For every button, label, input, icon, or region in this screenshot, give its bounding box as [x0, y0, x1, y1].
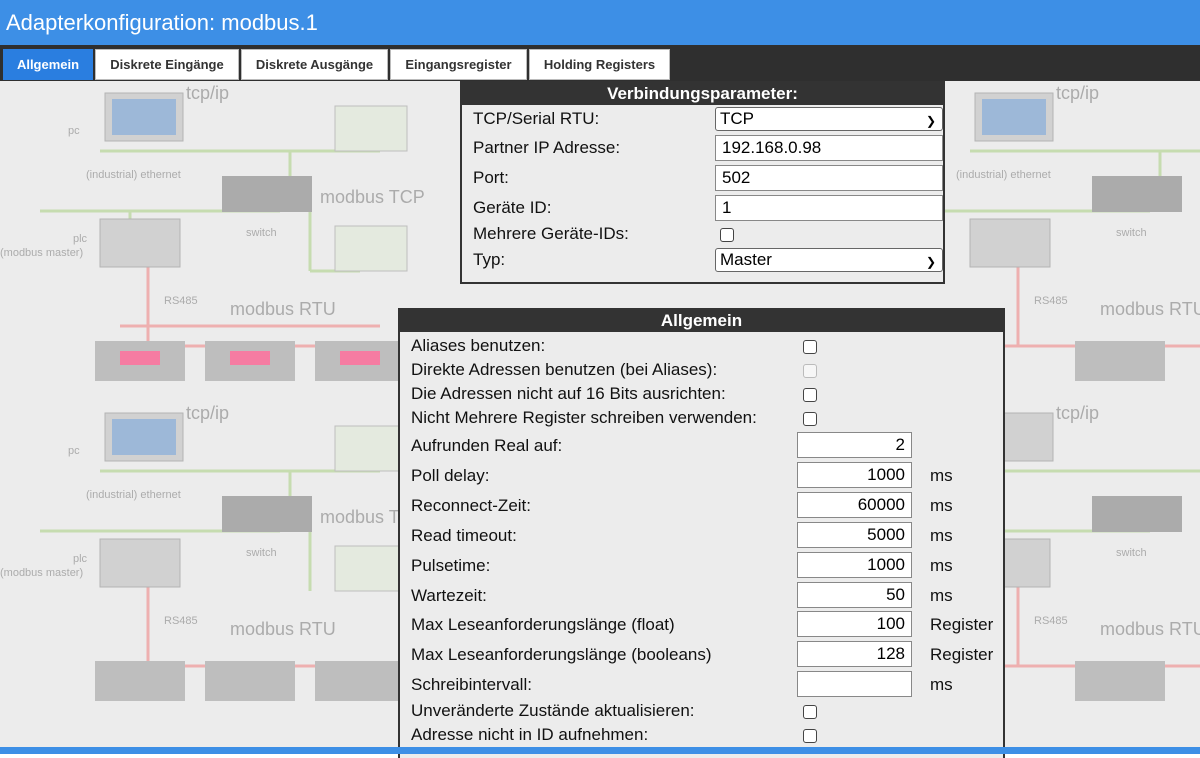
pc-label: pc: [68, 125, 80, 137]
no-multi-write-label: Nicht Mehrere Register schreiben verwend…: [411, 408, 757, 427]
type-label: Typ:: [473, 250, 506, 269]
page-title: Adapterkonfiguration: modbus.1: [6, 10, 318, 35]
poll-delay-unit: ms: [930, 466, 953, 485]
switch-label: switch: [1116, 227, 1147, 239]
tab-diskrete-ausgaenge[interactable]: Diskrete Ausgänge: [241, 49, 388, 80]
update-unchanged-label: Unveränderte Zustände aktualisieren:: [411, 701, 695, 720]
type-value: Master: [720, 250, 772, 269]
max-read-bool-unit: Register: [930, 645, 994, 664]
read-timeout-unit: ms: [930, 526, 953, 545]
use-aliases-label: Aliases benutzen:: [411, 336, 546, 355]
chevron-down-icon: ❯: [925, 114, 936, 128]
poll-delay-label: Poll delay:: [411, 466, 490, 485]
ethernet-label: (industrial) ethernet: [86, 489, 181, 501]
general-panel-header: Allgemein: [400, 310, 1003, 332]
port-input[interactable]: 502: [715, 165, 943, 191]
no-16bit-align-checkbox[interactable]: [803, 388, 817, 402]
tcpip-label: tcp/ip: [186, 403, 230, 423]
read-timeout-input[interactable]: 5000: [797, 522, 912, 548]
pc-label: pc: [68, 445, 80, 457]
connection-panel: Verbindungsparameter: TCP/Serial RTU: TC…: [460, 81, 945, 284]
reconnect-unit: ms: [930, 496, 953, 515]
write-interval-input[interactable]: [797, 671, 912, 697]
use-aliases-checkbox[interactable]: [803, 340, 817, 354]
bottom-accent-bar: [0, 747, 1200, 754]
modbus-master-label: (modbus master): [0, 247, 84, 259]
rs485-label: RS485: [164, 295, 198, 307]
rs485-label: RS485: [1034, 615, 1068, 627]
transport-label: TCP/Serial RTU:: [473, 109, 600, 128]
tab-bar: Allgemein Diskrete Eingänge Diskrete Aus…: [0, 45, 1200, 81]
partner-ip-input[interactable]: 192.168.0.98: [715, 135, 943, 161]
partner-ip-label: Partner IP Adresse:: [473, 138, 621, 157]
direct-addresses-label: Direkte Adressen benutzen (bei Aliases):: [411, 360, 718, 379]
pulsetime-input[interactable]: 1000: [797, 552, 912, 578]
no-address-in-id-checkbox[interactable]: [803, 729, 817, 743]
tcpip-label: tcp/ip: [186, 83, 230, 103]
tab-diskrete-eingaenge[interactable]: Diskrete Eingänge: [95, 49, 239, 80]
no-16bit-align-label: Die Adressen nicht auf 16 Bits ausrichte…: [411, 384, 726, 403]
reconnect-label: Reconnect-Zeit:: [411, 496, 531, 515]
chevron-down-icon: ❯: [925, 255, 936, 269]
plc-label: plc: [73, 233, 88, 245]
switch-label: switch: [246, 227, 277, 239]
write-interval-unit: ms: [930, 675, 953, 694]
max-read-float-input[interactable]: 100: [797, 611, 912, 637]
wait-time-label: Wartezeit:: [411, 586, 487, 605]
max-read-float-label: Max Leseanforderungslänge (float): [411, 615, 675, 634]
pulsetime-label: Pulsetime:: [411, 556, 491, 575]
tab-allgemein[interactable]: Allgemein: [3, 49, 93, 80]
transport-value: TCP: [720, 109, 754, 128]
read-timeout-label: Read timeout:: [411, 526, 517, 545]
device-id-input[interactable]: 1: [715, 195, 943, 221]
max-read-float-unit: Register: [930, 615, 994, 634]
tcpip-label: tcp/ip: [1056, 403, 1100, 423]
type-select[interactable]: Master ❯: [715, 248, 943, 272]
wait-time-input[interactable]: 50: [797, 582, 912, 608]
modbus-tcp-label: modbus TCP: [320, 187, 425, 207]
ethernet-label: (industrial) ethernet: [86, 169, 181, 181]
device-id-label: Geräte ID:: [473, 198, 552, 217]
tcpip-label: tcp/ip: [1056, 83, 1100, 103]
wait-time-unit: ms: [930, 586, 953, 605]
tab-holding-registers[interactable]: Holding Registers: [529, 49, 670, 80]
round-real-input[interactable]: 2: [797, 432, 912, 458]
rs485-label: RS485: [164, 615, 198, 627]
modbus-rtu-label: modbus RTU: [1100, 619, 1200, 639]
multiple-ids-checkbox[interactable]: [720, 228, 734, 242]
direct-addresses-checkbox[interactable]: [803, 364, 817, 378]
connection-panel-header: Verbindungsparameter:: [462, 83, 943, 105]
modbus-rtu-label: modbus RTU: [230, 619, 336, 639]
max-read-bool-input[interactable]: 128: [797, 641, 912, 667]
max-read-bool-label: Max Leseanforderungslänge (booleans): [411, 645, 712, 664]
reconnect-input[interactable]: 60000: [797, 492, 912, 518]
poll-delay-input[interactable]: 1000: [797, 462, 912, 488]
no-multi-write-checkbox[interactable]: [803, 412, 817, 426]
ethernet-label: (industrial) ethernet: [956, 169, 1051, 181]
plc-label: plc: [73, 553, 88, 565]
switch-label: switch: [246, 547, 277, 559]
transport-select[interactable]: TCP ❯: [715, 107, 943, 131]
rs485-label: RS485: [1034, 295, 1068, 307]
modbus-rtu-label: modbus RTU: [230, 299, 336, 319]
general-panel: Allgemein Aliases benutzen: Direkte Adre…: [398, 308, 1005, 758]
no-address-in-id-label: Adresse nicht in ID aufnehmen:: [411, 725, 649, 744]
write-interval-label: Schreibintervall:: [411, 675, 532, 694]
modbus-rtu-label: modbus RTU: [1100, 299, 1200, 319]
multiple-ids-label: Mehrere Geräte-IDs:: [473, 224, 629, 243]
modbus-master-label: (modbus master): [0, 567, 84, 579]
round-real-label: Aufrunden Real auf:: [411, 436, 563, 455]
tab-eingangsregister[interactable]: Eingangsregister: [390, 49, 527, 80]
title-bar: Adapterkonfiguration: modbus.1: [0, 0, 1200, 45]
pulsetime-unit: ms: [930, 556, 953, 575]
switch-label: switch: [1116, 547, 1147, 559]
update-unchanged-checkbox[interactable]: [803, 705, 817, 719]
port-label: Port:: [473, 168, 509, 187]
